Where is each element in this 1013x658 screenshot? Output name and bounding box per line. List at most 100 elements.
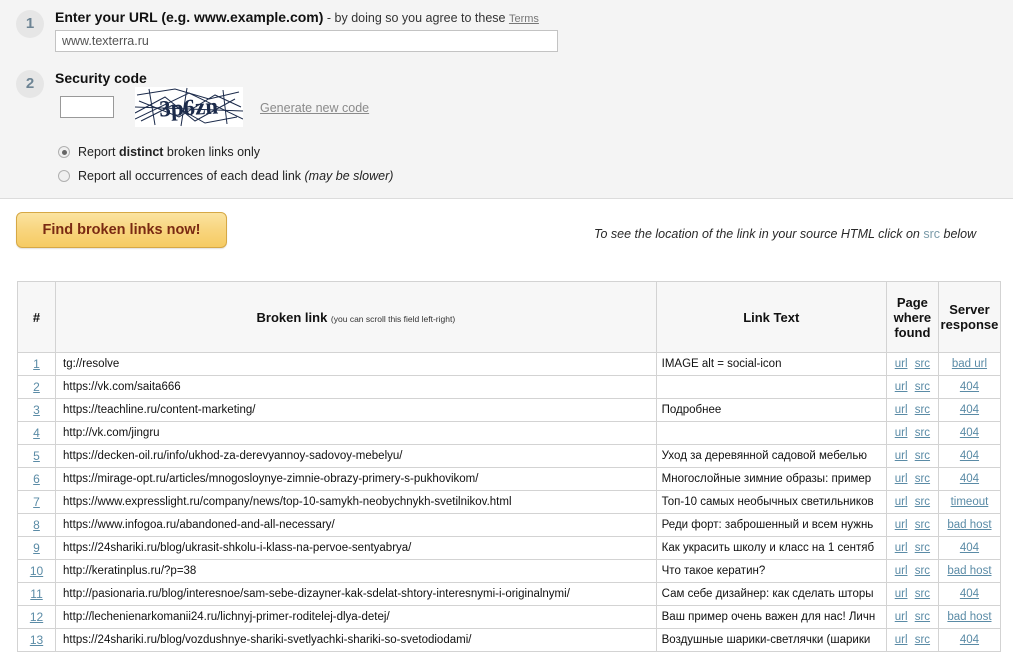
page-where-found-cell: url src <box>885 444 939 468</box>
radio-distinct-strong: distinct <box>119 145 164 159</box>
server-response-link[interactable]: 404 <box>960 473 979 485</box>
src-link[interactable]: src <box>915 588 930 600</box>
table-row: 4 http://vk.com/jingru url src 404 <box>16 421 1002 445</box>
src-link[interactable]: src <box>915 381 930 393</box>
server-response-link[interactable]: bad host <box>947 519 991 531</box>
row-number-cell: 9 <box>16 536 57 560</box>
captcha-input[interactable] <box>60 96 114 118</box>
server-response-link[interactable]: 404 <box>960 542 979 554</box>
broken-link-cell: https://www.expresslight.ru/company/news… <box>55 490 657 514</box>
link-text-cell: Многослойные зимние образы: пример <box>655 467 887 491</box>
row-number-link[interactable]: 3 <box>33 403 40 417</box>
url-link[interactable]: url <box>895 542 908 554</box>
radio-distinct-option[interactable]: Report distinct broken links only <box>58 145 260 159</box>
url-link[interactable]: url <box>895 611 908 623</box>
broken-link-cell: https://teachline.ru/content-marketing/ <box>55 398 657 422</box>
src-hint-keyword: src <box>923 227 941 241</box>
row-number-link[interactable]: 11 <box>30 587 42 601</box>
form-panel: 1 Enter your URL (e.g. www.example.com) … <box>0 0 1013 199</box>
row-number-link[interactable]: 8 <box>33 518 40 532</box>
src-link[interactable]: src <box>915 473 930 485</box>
table-row: 9 https://24shariki.ru/blog/ukrasit-shkol… <box>16 536 1002 560</box>
server-response-link[interactable]: bad host <box>947 565 991 577</box>
row-number-link[interactable]: 12 <box>30 610 43 624</box>
src-link[interactable]: src <box>915 634 930 646</box>
server-response-link[interactable]: 404 <box>960 450 979 462</box>
server-response-link[interactable]: bad host <box>947 611 991 623</box>
url-link[interactable]: url <box>895 450 908 462</box>
terms-link[interactable]: Terms <box>509 13 539 25</box>
url-link[interactable]: url <box>895 496 908 508</box>
radio-all-occurrences-mark[interactable] <box>58 170 70 182</box>
src-link[interactable]: src <box>915 427 930 439</box>
url-link[interactable]: url <box>895 588 908 600</box>
link-text-cell: Уход за деревянной садовой мебелью <box>655 444 887 468</box>
page-where-found-cell: url src <box>885 467 939 491</box>
url-link[interactable]: url <box>895 634 908 646</box>
row-number-link[interactable]: 5 <box>33 449 40 463</box>
link-text-cell: Подробнее <box>655 398 887 422</box>
link-text-cell <box>655 375 887 399</box>
row-number-link[interactable]: 9 <box>33 541 40 555</box>
src-link[interactable]: src <box>915 519 930 531</box>
link-text-cell: Реди форт: заброшенный и всем нужнь <box>655 513 887 537</box>
find-broken-links-button[interactable]: Find broken links now! <box>16 212 227 248</box>
src-link[interactable]: src <box>915 542 930 554</box>
server-response-link[interactable]: timeout <box>951 496 989 508</box>
row-number-link[interactable]: 13 <box>30 633 43 647</box>
src-link[interactable]: src <box>915 358 930 370</box>
page-where-found-cell: url src <box>885 375 939 399</box>
svg-text:3p6zn: 3p6zn <box>159 93 219 121</box>
radio-distinct-mark[interactable] <box>58 146 70 158</box>
row-number-cell: 12 <box>16 605 57 629</box>
server-response-cell: 404 <box>937 444 1002 468</box>
step-1-number: 1 <box>16 10 44 38</box>
row-number-cell: 11 <box>16 582 57 606</box>
radio-all-occurrences-option[interactable]: Report all occurrences of each dead link… <box>58 169 393 183</box>
step-2-title: Security code <box>55 70 147 86</box>
row-number-cell: 13 <box>16 628 57 652</box>
page-where-found-cell: url src <box>885 582 939 606</box>
row-number-cell: 7 <box>16 490 57 514</box>
server-response-cell: 404 <box>937 467 1002 491</box>
row-number-cell: 1 <box>16 352 57 376</box>
page-where-found-cell: url src <box>885 352 939 376</box>
server-response-cell: 404 <box>937 421 1002 445</box>
url-link[interactable]: url <box>895 404 908 416</box>
row-number-cell: 4 <box>16 421 57 445</box>
server-response-cell: 404 <box>937 398 1002 422</box>
src-link[interactable]: src <box>915 496 930 508</box>
page-where-found-cell: url src <box>885 421 939 445</box>
generate-new-code-link[interactable]: Generate new code <box>260 101 369 115</box>
src-link[interactable]: src <box>915 450 930 462</box>
link-text-cell: Воздушные шарики-светлячки (шарики <box>655 628 887 652</box>
server-response-link[interactable]: 404 <box>960 634 979 646</box>
server-response-link[interactable]: 404 <box>960 588 979 600</box>
url-link[interactable]: url <box>895 473 908 485</box>
server-response-link[interactable]: bad url <box>952 358 987 370</box>
table-row: 8 https://www.infogoa.ru/abandoned-and-al… <box>16 513 1002 537</box>
url-link[interactable]: url <box>895 565 908 577</box>
row-number-link[interactable]: 10 <box>30 564 43 578</box>
url-link[interactable]: url <box>895 519 908 531</box>
row-number-link[interactable]: 2 <box>33 380 40 394</box>
row-number-link[interactable]: 4 <box>33 426 40 440</box>
row-number-link[interactable]: 6 <box>33 472 40 486</box>
src-link[interactable]: src <box>915 404 930 416</box>
server-response-link[interactable]: 404 <box>960 427 979 439</box>
row-number-link[interactable]: 7 <box>33 495 40 509</box>
src-link[interactable]: src <box>915 565 930 577</box>
page-where-found-cell: url src <box>885 559 939 583</box>
server-response-link[interactable]: 404 <box>960 381 979 393</box>
url-input[interactable] <box>55 30 558 52</box>
url-link[interactable]: url <box>895 358 908 370</box>
server-response-link[interactable]: 404 <box>960 404 979 416</box>
url-link[interactable]: url <box>895 427 908 439</box>
server-response-cell: bad host <box>937 513 1002 537</box>
src-hint-text: To see the location of the link in your … <box>594 223 994 245</box>
url-link[interactable]: url <box>895 381 908 393</box>
row-number-link[interactable]: 1 <box>33 357 40 371</box>
page-where-found-cell: url src <box>885 513 939 537</box>
row-number-cell: 8 <box>16 513 57 537</box>
src-link[interactable]: src <box>915 611 930 623</box>
